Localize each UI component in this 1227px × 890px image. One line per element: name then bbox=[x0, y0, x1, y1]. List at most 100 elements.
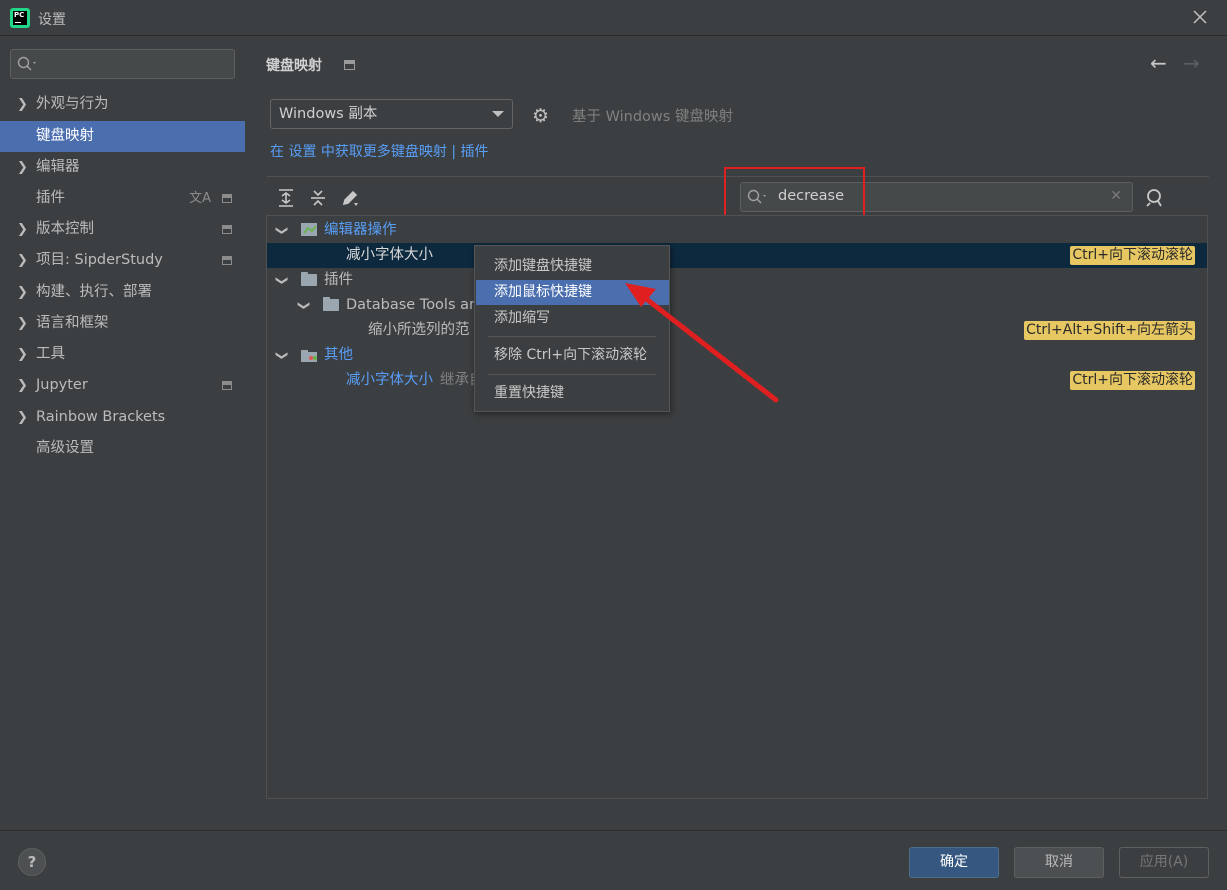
title-bar: PC 设置 bbox=[0, 0, 1227, 36]
keymap-panel: 键盘映射 ← → Windows 副本 ⚙ 基于 Windows 键盘映射 在 … bbox=[245, 37, 1227, 830]
chevron-right-icon: ❯ bbox=[17, 347, 28, 362]
gear-icon[interactable]: ⚙ bbox=[532, 105, 549, 127]
settings-search-input[interactable] bbox=[10, 49, 235, 79]
chevron-right-icon: ❯ bbox=[17, 160, 28, 175]
sidebar-item-project[interactable]: ❯ 项目: SipderStudy bbox=[0, 245, 245, 276]
context-menu: 添加键盘快捷键 添加鼠标快捷键 添加缩写 移除 Ctrl+向下滚动滚轮 重置快捷… bbox=[474, 245, 670, 412]
project-level-icon bbox=[344, 60, 355, 70]
tree-row-label: 减小字体大小 bbox=[346, 372, 433, 388]
sidebar-item-languages[interactable]: ❯ 语言和框架 bbox=[0, 308, 245, 339]
menu-divider bbox=[488, 374, 656, 375]
menu-add-abbreviation[interactable]: 添加缩写 bbox=[476, 306, 669, 331]
sidebar-item-plugins[interactable]: 插件 文A bbox=[0, 183, 245, 214]
link-prefix: 在 bbox=[270, 144, 289, 160]
chevron-right-icon: ❯ bbox=[17, 222, 28, 237]
sidebar-item-label: 构建、执行、部署 bbox=[36, 284, 152, 300]
tree-row-group[interactable]: ❯ 插件 bbox=[267, 268, 1207, 293]
sidebar-item-advanced[interactable]: 高级设置 bbox=[0, 433, 245, 464]
settings-sidebar: ❯ 外观与行为 键盘映射 ❯ 编辑器 插件 文A ❯ 版本控制 ❯ 项目: Si… bbox=[0, 37, 245, 830]
menu-divider bbox=[488, 336, 656, 337]
sidebar-item-label: 工具 bbox=[36, 346, 65, 362]
sidebar-item-label: 高级设置 bbox=[36, 440, 94, 456]
tree-row-group[interactable]: ❯ Database Tools ar bbox=[267, 293, 1207, 318]
tree-row-group[interactable]: ❯ 编辑器操作 bbox=[267, 218, 1207, 243]
sidebar-item-build[interactable]: ❯ 构建、执行、部署 bbox=[0, 277, 245, 308]
sidebar-item-jupyter[interactable]: ❯ Jupyter bbox=[0, 370, 245, 401]
clear-search-icon[interactable]: ✕ bbox=[1110, 188, 1122, 204]
find-by-shortcut-icon[interactable] bbox=[1145, 187, 1167, 209]
menu-remove-shortcut[interactable]: 移除 Ctrl+向下滚动滚轮 bbox=[476, 343, 669, 368]
dropdown-arrow-icon bbox=[492, 111, 504, 117]
folder-icon bbox=[323, 297, 339, 311]
sidebar-item-label: 版本控制 bbox=[36, 221, 94, 237]
tree-row-action[interactable]: 减小字体大小 Ctrl+向下滚动滚轮 bbox=[267, 243, 1207, 268]
translate-icon: 文A bbox=[189, 191, 211, 206]
sidebar-item-tools[interactable]: ❯ 工具 bbox=[0, 339, 245, 370]
link-middle: 中获取更多键盘映射 | bbox=[316, 144, 461, 160]
pycharm-logo-icon: PC bbox=[10, 8, 30, 28]
project-level-icon bbox=[222, 381, 232, 390]
based-on-label: 基于 Windows 键盘映射 bbox=[572, 109, 733, 125]
chevron-right-icon: ❯ bbox=[17, 410, 28, 425]
settings-link[interactable]: 设置 bbox=[288, 144, 316, 160]
get-more-keymaps-links: 在 设置 中获取更多键盘映射 | 插件 bbox=[270, 141, 489, 161]
forward-arrow-icon[interactable]: → bbox=[1183, 51, 1200, 75]
sidebar-item-label: 项目: SipderStudy bbox=[36, 252, 163, 268]
sidebar-item-label: Rainbow Brackets bbox=[36, 409, 166, 425]
keymap-tree[interactable]: ❯ 编辑器操作 减小字体大小 Ctrl+向下滚动滚轮 ❯ 插件 ❯ Databa… bbox=[266, 215, 1208, 799]
tree-row-action[interactable]: 缩小所选列的范 Ctrl+Alt+Shift+向左箭头 bbox=[267, 318, 1207, 343]
chevron-down-icon: ❯ bbox=[297, 300, 312, 311]
tree-row-group[interactable]: ❯ 其他 bbox=[267, 343, 1207, 368]
sidebar-item-label: 外观与行为 bbox=[36, 96, 109, 112]
help-button[interactable]: ? bbox=[18, 848, 46, 876]
menu-add-keyboard-shortcut[interactable]: 添加键盘快捷键 bbox=[476, 254, 669, 279]
sidebar-item-label: 键盘映射 bbox=[36, 128, 94, 144]
other-actions-icon bbox=[301, 350, 317, 362]
chevron-right-icon: ❯ bbox=[17, 253, 28, 268]
shortcut-badge: Ctrl+Alt+Shift+向左箭头 bbox=[1024, 321, 1195, 340]
search-icon bbox=[17, 56, 36, 71]
close-icon[interactable] bbox=[1191, 8, 1209, 26]
sidebar-item-rainbow-brackets[interactable]: ❯ Rainbow Brackets bbox=[0, 402, 245, 433]
chevron-right-icon: ❯ bbox=[17, 378, 28, 393]
cancel-button[interactable]: 取消 bbox=[1014, 847, 1104, 878]
menu-reset-shortcuts[interactable]: 重置快捷键 bbox=[476, 381, 669, 406]
back-arrow-icon[interactable]: ← bbox=[1150, 51, 1167, 75]
page-title: 键盘映射 bbox=[266, 58, 322, 74]
tree-row-action[interactable]: 减小字体大小 继承自 Ctrl+向下滚动滚轮 bbox=[267, 368, 1207, 393]
chevron-right-icon: ❯ bbox=[17, 97, 28, 112]
edit-shortcut-icon[interactable] bbox=[340, 188, 360, 208]
folder-icon bbox=[301, 272, 317, 286]
sidebar-item-label: 语言和框架 bbox=[36, 315, 109, 331]
sidebar-item-editor[interactable]: ❯ 编辑器 bbox=[0, 152, 245, 183]
window-title: 设置 bbox=[38, 12, 66, 28]
chevron-right-icon: ❯ bbox=[17, 316, 28, 331]
keymap-dropdown[interactable]: Windows 副本 bbox=[270, 99, 513, 129]
chevron-right-icon: ❯ bbox=[17, 285, 28, 300]
tree-row-label: Database Tools ar bbox=[346, 297, 475, 313]
editor-actions-icon bbox=[301, 223, 317, 236]
menu-add-mouse-shortcut[interactable]: 添加鼠标快捷键 bbox=[476, 280, 669, 305]
chevron-down-icon: ❯ bbox=[275, 350, 290, 361]
shortcut-badge: Ctrl+向下滚动滚轮 bbox=[1070, 246, 1195, 265]
sidebar-item-keymap[interactable]: 键盘映射 bbox=[0, 121, 245, 152]
tree-row-label: 其他 bbox=[324, 347, 353, 363]
sidebar-item-appearance[interactable]: ❯ 外观与行为 bbox=[0, 89, 245, 120]
expand-all-icon[interactable] bbox=[276, 188, 296, 208]
sidebar-item-label: Jupyter bbox=[36, 377, 88, 393]
chevron-down-icon: ❯ bbox=[275, 275, 290, 286]
plugins-link[interactable]: 插件 bbox=[461, 144, 489, 160]
ok-button[interactable]: 确定 bbox=[909, 847, 999, 878]
project-level-icon bbox=[222, 256, 232, 265]
dialog-footer: ? 确定 取消 应用(A) bbox=[0, 830, 1227, 890]
collapse-all-icon[interactable] bbox=[308, 188, 328, 208]
tree-row-label: 缩小所选列的范 bbox=[368, 322, 470, 338]
sidebar-item-vcs[interactable]: ❯ 版本控制 bbox=[0, 214, 245, 245]
tree-row-label: 编辑器操作 bbox=[324, 222, 397, 238]
sidebar-item-label: 编辑器 bbox=[36, 159, 80, 175]
tree-row-label: 插件 bbox=[324, 272, 353, 288]
apply-button[interactable]: 应用(A) bbox=[1119, 847, 1209, 878]
project-level-icon bbox=[222, 194, 232, 203]
tree-row-label: 减小字体大小 bbox=[346, 247, 433, 263]
project-level-icon bbox=[222, 225, 232, 234]
